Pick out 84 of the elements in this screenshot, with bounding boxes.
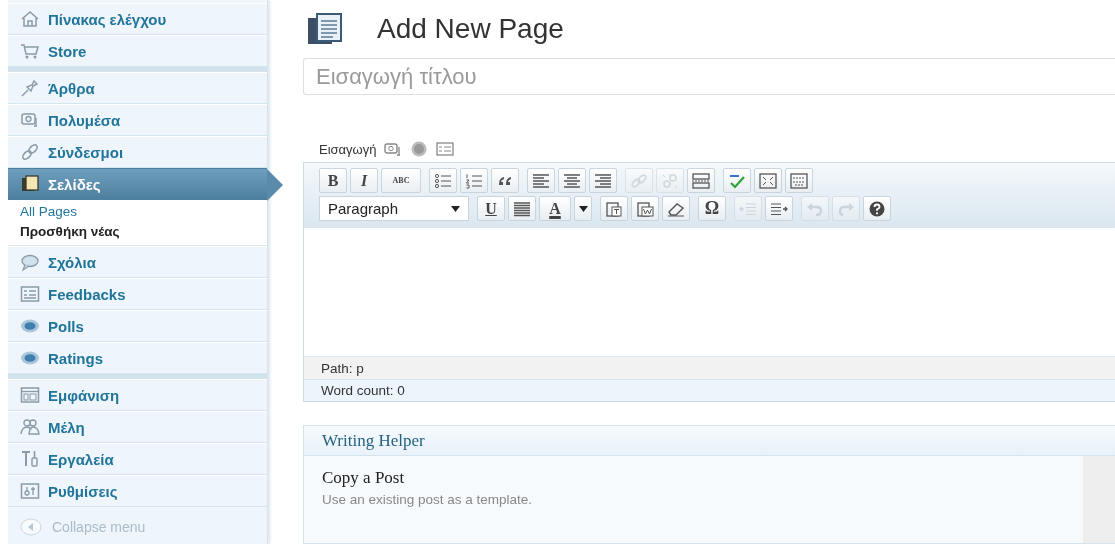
sidebar-item[interactable]: Store xyxy=(8,35,267,67)
indent-button[interactable] xyxy=(765,196,793,221)
sidebar-item[interactable]: Polls xyxy=(8,310,267,342)
align-center-button[interactable] xyxy=(558,168,586,193)
sidebar-item[interactable]: Εμφάνιση xyxy=(8,379,267,411)
sidebar-item[interactable]: Feedbacks xyxy=(8,278,267,310)
users-icon xyxy=(20,417,40,437)
clipboard-icon xyxy=(605,200,623,217)
numbered-list-icon xyxy=(465,172,483,189)
align-left-icon xyxy=(532,172,550,189)
sidebar-item[interactable]: Εργαλεία xyxy=(8,443,267,475)
copy-post-heading[interactable]: Copy a Post xyxy=(322,468,405,488)
align-left-button[interactable] xyxy=(527,168,555,193)
eraser-button[interactable] xyxy=(662,196,690,221)
undo-icon xyxy=(806,200,824,217)
fullscreen-button[interactable] xyxy=(754,168,782,193)
sidebar-item[interactable]: Ρυθμίσεις xyxy=(8,475,267,507)
caret-icon xyxy=(451,205,460,212)
chain-link-icon xyxy=(630,172,648,189)
justify-button[interactable] xyxy=(508,196,536,221)
media-icon[interactable] xyxy=(384,141,403,157)
disc-icon[interactable] xyxy=(410,141,429,157)
cart-icon xyxy=(20,41,40,61)
justify-icon xyxy=(513,200,531,217)
underline-button[interactable]: U xyxy=(477,196,505,221)
insert-media-label: Εισαγωγή xyxy=(319,141,377,157)
paste-text-button[interactable] xyxy=(600,196,628,221)
caret-icon xyxy=(578,205,588,212)
home-icon xyxy=(20,9,40,29)
pushpin-icon xyxy=(20,78,40,98)
page-break-icon xyxy=(692,172,710,189)
bullet-list-button[interactable] xyxy=(429,168,457,193)
align-right-button[interactable] xyxy=(589,168,617,193)
settings-icon xyxy=(20,481,40,501)
strikethrough-button[interactable]: ABC xyxy=(381,168,421,193)
text-color-button[interactable]: A xyxy=(539,196,571,221)
pages-icon xyxy=(307,13,343,45)
layout-icon xyxy=(20,385,40,405)
sidebar-item[interactable]: Ratings xyxy=(8,342,267,374)
sidebar-item[interactable]: Σχόλια xyxy=(8,246,267,278)
copy-post-description: Use an existing post as a template. xyxy=(322,492,533,507)
submenu-item[interactable]: All Pages xyxy=(8,204,78,219)
sidebar-item[interactable]: Πίνακας ελέγχου xyxy=(8,3,267,35)
pages-icon xyxy=(20,174,40,194)
eraser-icon xyxy=(667,200,685,217)
help-icon xyxy=(868,200,886,217)
redo-icon xyxy=(837,200,855,217)
speech-bubble-icon xyxy=(20,252,40,272)
media-icon xyxy=(20,110,40,130)
form-icon xyxy=(20,284,40,304)
broken-link-icon xyxy=(661,172,679,189)
clipboard-icon xyxy=(636,200,654,217)
align-right-icon xyxy=(594,172,612,189)
page-title: Add New Page xyxy=(377,13,564,45)
help-button[interactable] xyxy=(863,196,891,221)
spellcheck-button[interactable] xyxy=(723,168,751,193)
bold-button[interactable]: B xyxy=(319,168,347,193)
title-input[interactable]: Εισαγωγή τίτλου xyxy=(303,58,1115,95)
paste-word-button[interactable] xyxy=(631,196,659,221)
more-tag-button[interactable] xyxy=(687,168,715,193)
submenu-item[interactable]: Προσθήκη νέας xyxy=(8,224,120,239)
color-dropdown-button[interactable] xyxy=(574,196,592,221)
panel-title: Writing Helper xyxy=(322,430,425,451)
keyboard-icon xyxy=(790,172,808,189)
sidebar-item[interactable]: Πολυμέσα xyxy=(8,104,267,136)
chain-link-icon xyxy=(20,142,40,162)
special-character-button[interactable]: Ω xyxy=(698,196,726,221)
format-select[interactable]: Paragraph xyxy=(319,196,469,221)
align-center-icon xyxy=(563,172,581,189)
form-icon[interactable] xyxy=(436,141,455,157)
blockquote-button[interactable] xyxy=(491,168,519,193)
bullet-list-icon xyxy=(434,172,452,189)
spellcheck-icon xyxy=(728,172,746,189)
indent-icon xyxy=(770,200,788,217)
kitchen-sink-button[interactable] xyxy=(785,168,813,193)
outdent-icon xyxy=(739,200,757,217)
italic-button[interactable]: I xyxy=(350,168,378,193)
path-label: Path: p xyxy=(321,360,364,376)
sidebar-item[interactable]: Σύνδεσμοι xyxy=(8,136,267,168)
sidebar-item[interactable]: Άρθρα xyxy=(8,72,267,104)
word-count: Word count: 0 xyxy=(321,383,405,398)
sidebar-item[interactable]: Μέλη xyxy=(8,411,267,443)
tools-icon xyxy=(20,449,40,469)
fullscreen-icon xyxy=(759,172,777,189)
